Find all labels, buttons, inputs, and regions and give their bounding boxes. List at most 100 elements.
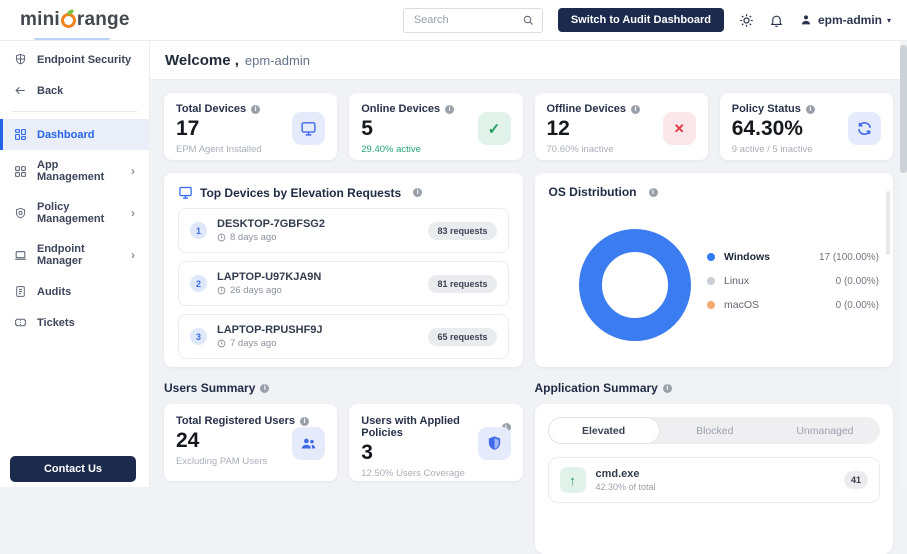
stat-card-online-devices[interactable]: Online Devices i 5 29.40% active ✓: [349, 93, 523, 160]
cross-icon: ✕: [662, 112, 696, 145]
device-last-seen: 26 days ago: [217, 285, 321, 296]
stat-subtitle: EPM Agent Installed: [176, 144, 262, 155]
theme-toggle-sun-icon[interactable]: [739, 13, 754, 28]
legend-row-macos[interactable]: macOS 0 (0.00%): [707, 299, 879, 311]
device-name: LAPTOP-U97KJA9N: [217, 271, 322, 283]
legend-dot: [707, 253, 715, 261]
info-icon[interactable]: i: [662, 383, 672, 393]
search-icon: [523, 15, 533, 25]
tab-elevated[interactable]: Elevated: [547, 417, 660, 444]
sidebar-item-label: Tickets: [37, 316, 75, 329]
requests-badge: 65 requests: [428, 327, 497, 346]
switch-audit-dashboard-button[interactable]: Switch to Audit Dashboard: [557, 8, 724, 32]
legend-row-windows[interactable]: Windows 17 (100.00%): [707, 251, 879, 263]
top-header: mini range Switch to Audit Dashboard epm…: [0, 0, 907, 41]
top-devices-title: Top Devices by Elevation Requests i: [178, 185, 509, 200]
sidebar-item-policy-management[interactable]: Policy Management ›: [0, 192, 149, 234]
logo-text-range: range: [76, 9, 130, 30]
application-row-cmd[interactable]: ↑ cmd.exe 42.30% of total 41: [547, 457, 880, 503]
sidebar-item-back[interactable]: Back: [0, 75, 149, 106]
bell-icon[interactable]: [769, 13, 784, 28]
tab-unmanaged[interactable]: Unmanaged: [770, 417, 880, 444]
legend-value: 17 (100.00%): [818, 251, 879, 263]
stat-card-policy-status[interactable]: Policy Status i 64.30% 9 active / 5 inact…: [719, 93, 893, 160]
info-icon[interactable]: i: [630, 104, 640, 114]
sidebar-item-tickets[interactable]: Tickets: [0, 307, 149, 338]
os-distribution-panel: OS Distribution i Windows 17 (100.00%) Li…: [534, 173, 893, 367]
stat-label: Total Registered Users i: [176, 415, 325, 427]
stats-row: Total Devices i 17 EPM Agent Installed On…: [164, 93, 893, 160]
chevron-right-icon: ›: [131, 206, 135, 220]
search-input[interactable]: [411, 13, 516, 27]
ticket-icon: [15, 318, 26, 327]
legend-name: Linux: [724, 275, 750, 287]
legend-value: 0 (0.00%): [835, 275, 879, 287]
sidebar-item-dashboard[interactable]: Dashboard: [0, 119, 149, 150]
legend-name: Windows: [724, 251, 770, 263]
sync-icon: [848, 112, 881, 145]
clock-icon: [217, 286, 226, 295]
window-scrollbar-thumb[interactable]: [900, 45, 907, 173]
welcome-bar: Welcome , epm-admin: [150, 41, 907, 80]
device-name: DESKTOP-7GBFSG2: [217, 218, 325, 230]
os-distribution-title: OS Distribution i: [549, 185, 880, 199]
laptop-icon: [15, 250, 26, 260]
bottom-row: Users Summary i Total Registered Users i 2…: [164, 381, 893, 554]
device-info: DESKTOP-7GBFSG2 8 days ago: [217, 218, 325, 243]
policy-shield-icon: [15, 207, 26, 218]
sidebar-item-label: Endpoint Security: [37, 53, 132, 66]
sidebar-item-label: Dashboard: [37, 128, 95, 141]
info-icon[interactable]: i: [300, 416, 310, 426]
legend-value: 0 (0.00%): [835, 299, 879, 311]
info-icon[interactable]: i: [445, 104, 455, 114]
application-info: cmd.exe 42.30% of total: [596, 468, 656, 492]
stat-card-offline-devices[interactable]: Offline Devices i 12 70.60% inactive ✕: [534, 93, 708, 160]
info-icon[interactable]: i: [805, 104, 815, 114]
info-icon[interactable]: i: [413, 188, 423, 197]
stat-subtitle: 70.60% inactive: [546, 144, 614, 155]
welcome-username: epm-admin: [244, 53, 310, 68]
info-icon[interactable]: i: [260, 383, 270, 393]
application-summary-card: Elevated Blocked Unmanaged ↑ cmd.exe 42.…: [534, 404, 893, 554]
search-box[interactable]: [402, 7, 543, 33]
requests-badge: 83 requests: [428, 221, 497, 240]
dashboard-content: Total Devices i 17 EPM Agent Installed On…: [150, 80, 907, 554]
legend-name: macOS: [724, 299, 760, 311]
shield-globe-icon: [15, 53, 26, 65]
panel-scrollbar[interactable]: [886, 191, 890, 255]
device-last-seen: 8 days ago: [217, 232, 325, 243]
info-icon[interactable]: i: [648, 187, 658, 197]
device-row-1[interactable]: 1 DESKTOP-7GBFSG2 8 days ago 83 requests: [178, 208, 509, 253]
sidebar-item-endpoint-security[interactable]: Endpoint Security: [0, 41, 149, 75]
check-icon: ✓: [477, 112, 511, 145]
legend-dot: [707, 301, 715, 309]
contact-us-button[interactable]: Contact Us: [10, 456, 136, 482]
stat-card-total-devices[interactable]: Total Devices i 17 EPM Agent Installed: [164, 93, 338, 160]
legend-row-linux[interactable]: Linux 0 (0.00%): [707, 275, 879, 287]
application-percent: 42.30% of total: [595, 482, 656, 492]
sidebar-item-endpoint-manager[interactable]: Endpoint Manager ›: [0, 234, 149, 276]
user-menu[interactable]: epm-admin ▾: [799, 13, 891, 27]
sidebar-item-app-management[interactable]: App Management ›: [0, 150, 149, 192]
sidebar-divider: [12, 111, 137, 112]
card-total-registered-users[interactable]: Total Registered Users i 24 Excluding PAM…: [164, 404, 338, 481]
sidebar-item-label: Policy Management: [37, 201, 105, 225]
logo-text-mini: mini: [20, 9, 60, 30]
sidebar-item-label: Endpoint Manager: [37, 243, 85, 267]
device-row-3[interactable]: 3 LAPTOP-RPUSHF9J 7 days ago 65 requests: [178, 314, 509, 359]
os-legend: Windows 17 (100.00%) Linux 0 (0.00%) mac…: [707, 251, 879, 323]
panels-row: Top Devices by Elevation Requests i 1 DES…: [164, 173, 893, 367]
window-scrollbar-track[interactable]: [900, 41, 907, 487]
miniorange-logo[interactable]: mini range: [20, 9, 130, 40]
info-icon[interactable]: i: [251, 104, 261, 114]
rank-badge: 2: [190, 275, 207, 292]
device-row-2[interactable]: 2 LAPTOP-U97KJA9N 26 days ago 81 request…: [178, 261, 509, 306]
header-actions: Switch to Audit Dashboard epm-admin ▾: [402, 7, 891, 33]
users-summary-section: Users Summary i Total Registered Users i 2…: [164, 381, 523, 554]
sidebar-item-label: Audits: [37, 285, 72, 298]
sidebar-item-audits[interactable]: Audits: [0, 276, 149, 307]
chevron-right-icon: ›: [131, 164, 135, 178]
card-users-with-applied-policies[interactable]: Users with Applied Policiesi 3 12.50% Us…: [349, 404, 523, 481]
stat-subtitle: 12.50% Users Coverage: [361, 468, 465, 479]
tab-blocked[interactable]: Blocked: [660, 417, 770, 444]
